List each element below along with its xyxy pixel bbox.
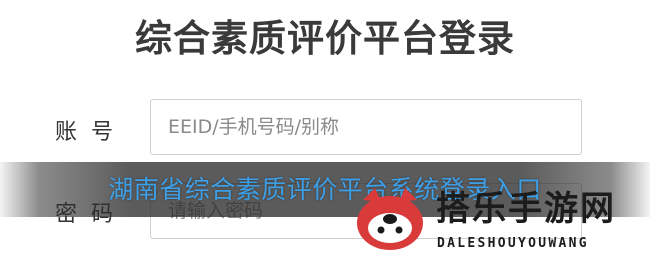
account-label: 账号 [55, 120, 128, 145]
mascot-logo-icon [357, 188, 423, 250]
brand-name: 搭乐手游网 [436, 189, 616, 229]
account-input[interactable] [151, 100, 581, 154]
page-title: 综合素质评价平台登录 [135, 17, 515, 60]
account-field[interactable] [150, 99, 582, 155]
brand-domain: DALESHOUYOUWANG [437, 236, 589, 251]
